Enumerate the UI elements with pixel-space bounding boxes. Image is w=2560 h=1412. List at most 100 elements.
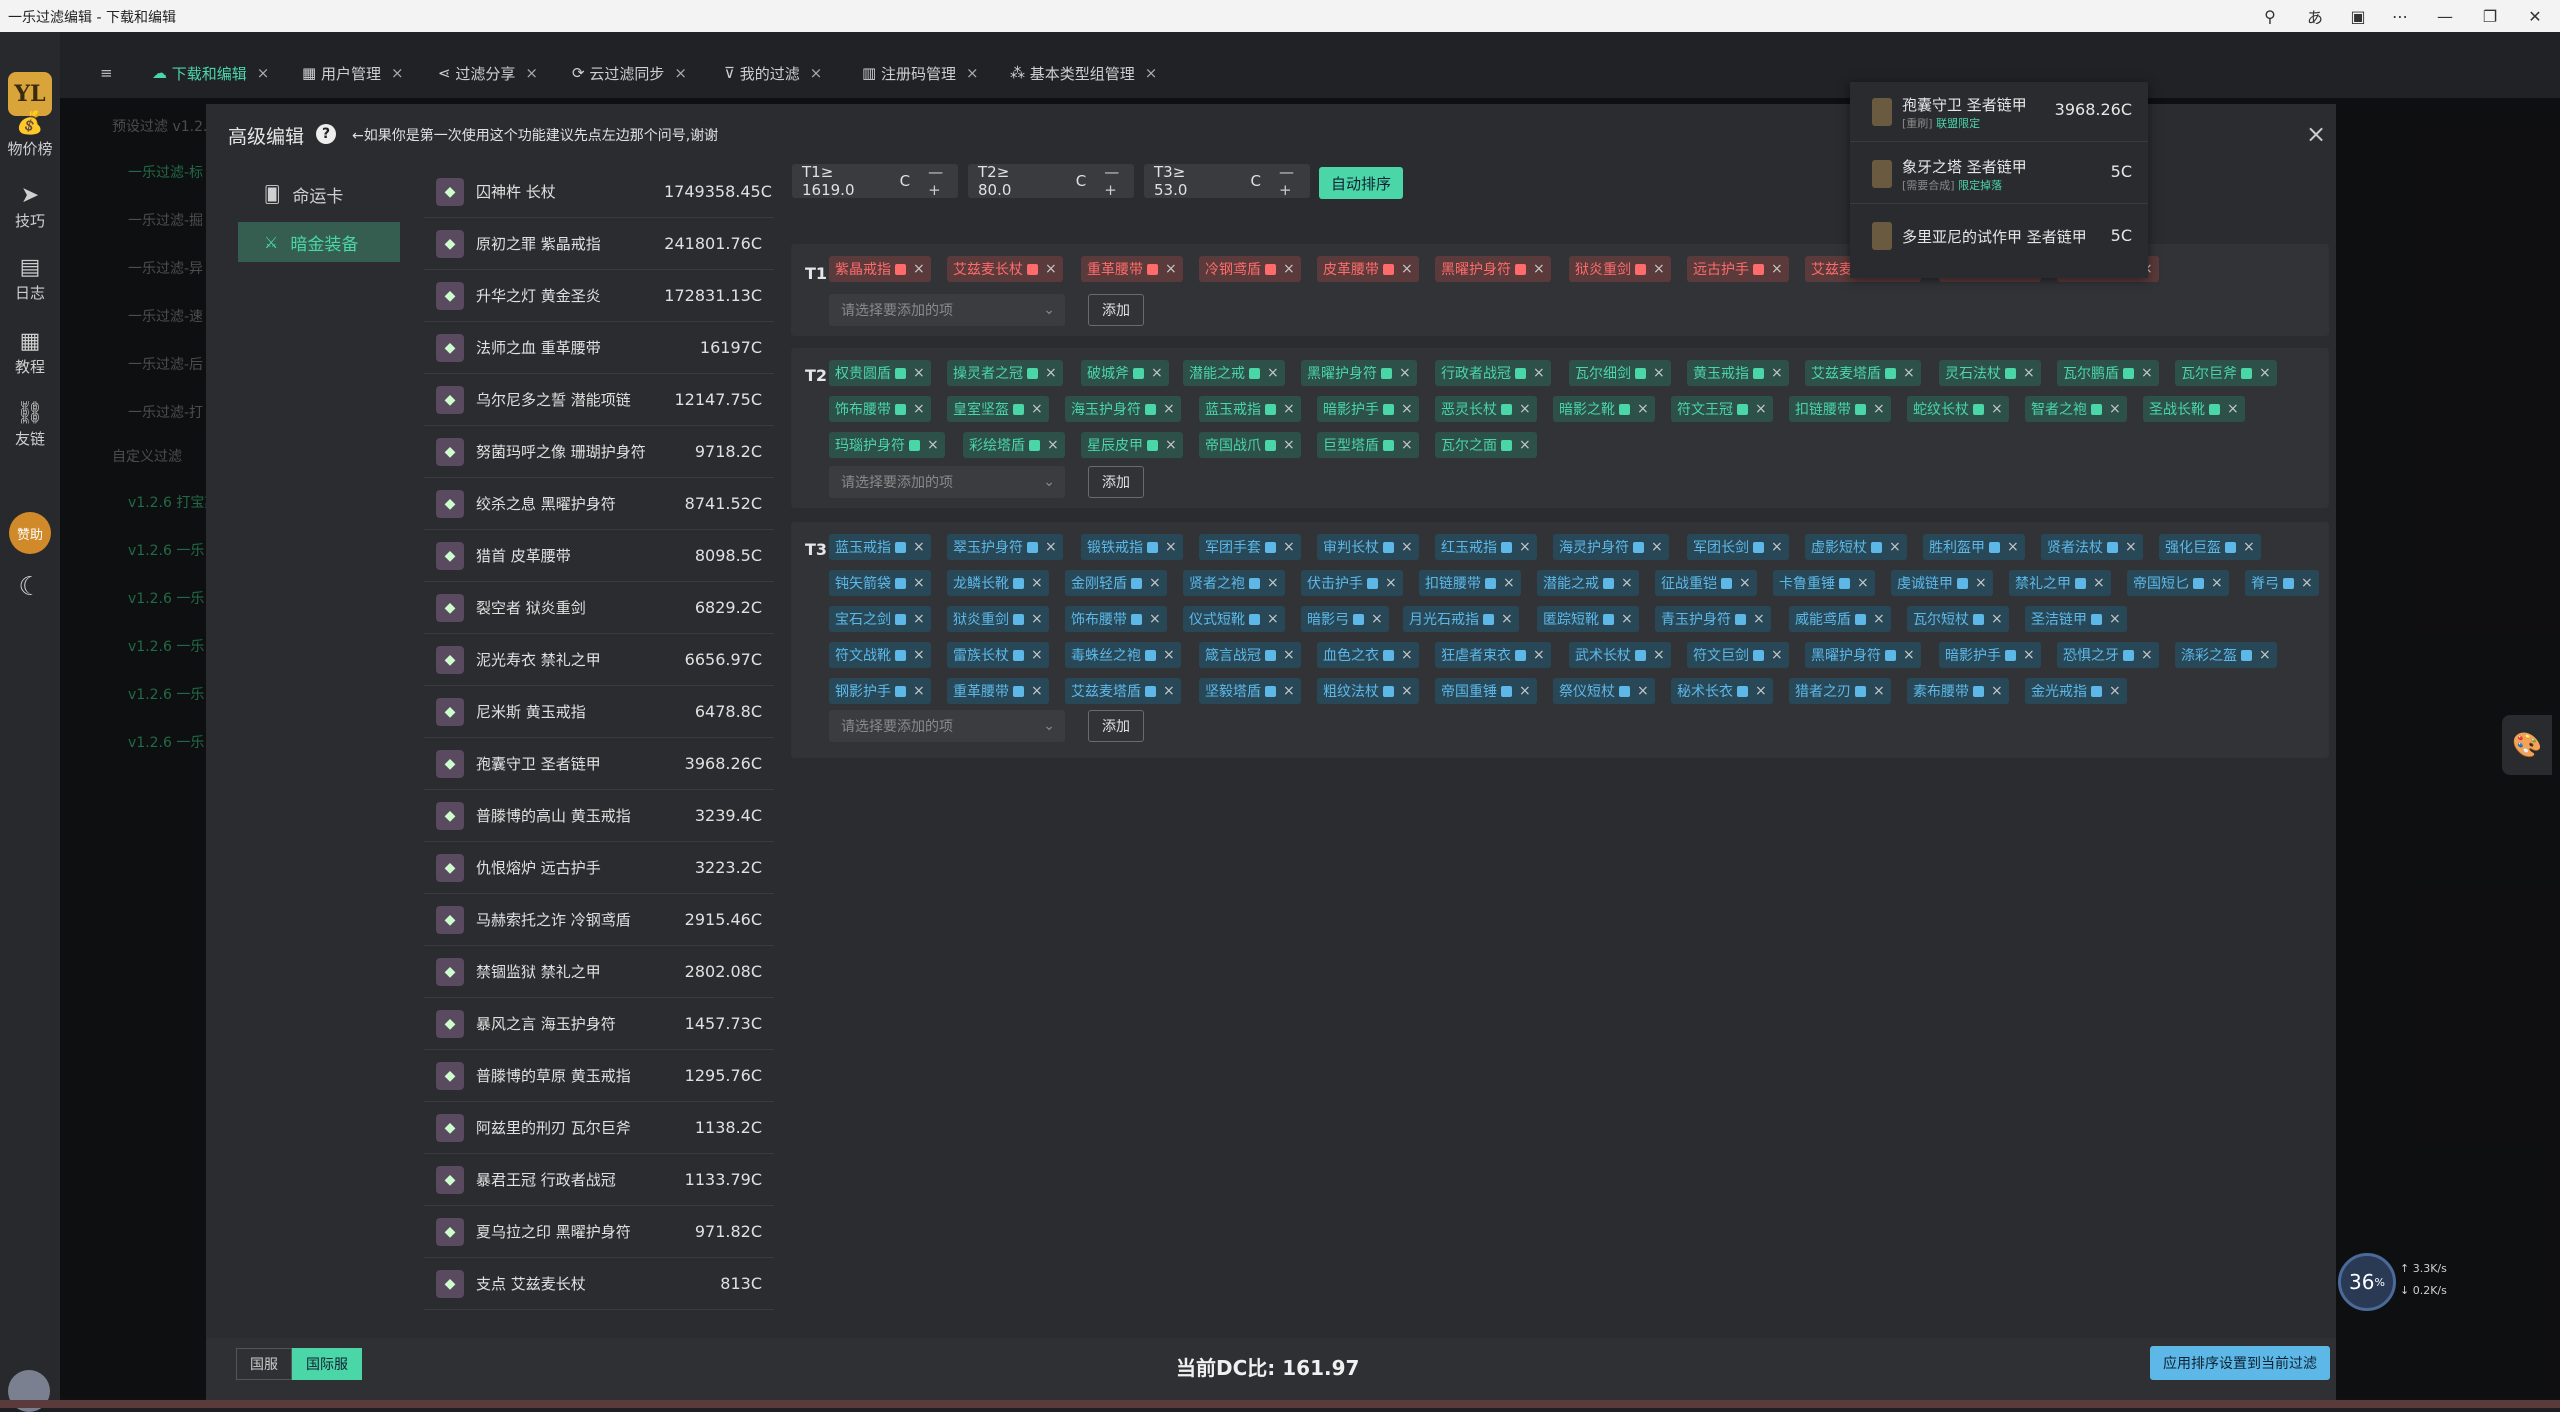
color-swatch-icon[interactable] (1383, 263, 1394, 275)
color-swatch-icon[interactable] (1753, 263, 1764, 275)
tab-base-type-groups[interactable]: ⁂ 基本类型组管理 × (1010, 56, 1157, 90)
remove-tag-icon[interactable]: × (2211, 575, 2223, 591)
list-item[interactable]: ◆ 马赫索托之诈 冷钢鸢盾 2915.46C (424, 894, 774, 946)
tier-tag[interactable]: 圣战长靴 × (2143, 396, 2245, 422)
color-swatch-icon[interactable] (2225, 541, 2236, 553)
remove-tag-icon[interactable]: × (1165, 539, 1177, 555)
color-swatch-icon[interactable] (1989, 541, 2000, 553)
tier-tag[interactable]: 征战重铠 × (1655, 570, 1757, 596)
tier-tag[interactable]: 翠玉护身符 × (947, 534, 1063, 560)
color-swatch-icon[interactable] (895, 685, 906, 697)
tier-tag[interactable]: 强化巨盔 × (2159, 534, 2261, 560)
list-item[interactable]: ◆ 阿兹里的刑刃 瓦尔巨斧 1138.2C (424, 1102, 774, 1154)
color-swatch-icon[interactable] (1147, 541, 1158, 553)
remove-tag-icon[interactable]: × (1533, 365, 1545, 381)
remove-tag-icon[interactable]: × (2023, 647, 2035, 663)
remove-tag-icon[interactable]: × (1991, 611, 2003, 627)
color-swatch-icon[interactable] (1249, 577, 1260, 589)
tier-tag[interactable]: 瓦尔短杖 × (1907, 606, 2009, 632)
remove-tag-icon[interactable]: × (1045, 261, 1057, 277)
remove-tag-icon[interactable]: × (2109, 683, 2121, 699)
tier-tag[interactable]: 艾兹麦长杖 × (947, 256, 1063, 282)
remove-tag-icon[interactable]: × (913, 575, 925, 591)
tier-tag[interactable]: 黄玉戒指 × (1687, 360, 1789, 386)
tier-tag[interactable]: 军团手套 × (1199, 534, 1301, 560)
color-swatch-icon[interactable] (1483, 613, 1494, 625)
color-swatch-icon[interactable] (1635, 649, 1646, 661)
remove-tag-icon[interactable]: × (1031, 611, 1043, 627)
tier-tag[interactable]: 星辰皮甲 × (1081, 432, 1183, 458)
tier-tag[interactable]: 帝国战爪 × (1199, 432, 1301, 458)
color-swatch-icon[interactable] (1367, 577, 1378, 589)
tier-tag[interactable]: 箴言战冠 × (1199, 642, 1301, 668)
remove-tag-icon[interactable]: × (1755, 401, 1767, 417)
remove-tag-icon[interactable]: × (1637, 683, 1649, 699)
color-swatch-icon[interactable] (1383, 541, 1394, 553)
tier-tag[interactable]: 伏击护手 × (1301, 570, 1403, 596)
color-swatch-icon[interactable] (1501, 541, 1512, 553)
tier-tag[interactable]: 符文战靴 × (829, 642, 931, 668)
tab-registration-codes[interactable]: ▥ 注册码管理 × (862, 56, 979, 90)
tier-tag[interactable]: 恐惧之牙 × (2057, 642, 2159, 668)
t3-threshold-stepper[interactable]: T3≥ 53.0 C — + (1144, 163, 1310, 199)
color-swatch-icon[interactable] (2091, 613, 2102, 625)
color-swatch-icon[interactable] (1131, 613, 1142, 625)
remove-tag-icon[interactable]: × (1857, 575, 1869, 591)
sponsor-button[interactable]: 赞助 (9, 512, 51, 554)
remove-tag-icon[interactable]: × (1771, 539, 1783, 555)
dialog-close-icon[interactable]: × (2306, 120, 2326, 148)
nav-links[interactable]: ⛓ 友链 (0, 400, 60, 449)
color-swatch-icon[interactable] (1855, 613, 1866, 625)
tier-select[interactable]: 请选择要添加的项 ⌄ (829, 710, 1065, 742)
remove-tag-icon[interactable]: × (1519, 683, 1531, 699)
list-item[interactable]: ◆ 猎首 皮革腰带 8098.5C (424, 530, 774, 582)
color-swatch-icon[interactable] (1501, 685, 1512, 697)
tier-tag[interactable]: 巨型塔盾 × (1317, 432, 1419, 458)
tier-tag[interactable]: 军团长剑 × (1687, 534, 1789, 560)
color-swatch-icon[interactable] (1265, 403, 1276, 415)
tab-user-management[interactable]: ▦ 用户管理 × (302, 56, 404, 90)
tier-tag[interactable]: 皮革腰带 × (1317, 256, 1419, 282)
add-button[interactable]: 添加 (1088, 294, 1144, 326)
color-swatch-icon[interactable] (1027, 367, 1038, 379)
stepper-controls[interactable]: — + (1279, 163, 1310, 199)
tier-tag[interactable]: 饰布腰带 × (1065, 606, 1167, 632)
stepper-controls[interactable]: — + (928, 163, 958, 199)
color-swatch-icon[interactable] (1383, 403, 1394, 415)
menu-icon[interactable]: ≡ (100, 56, 113, 90)
remove-tag-icon[interactable]: × (913, 647, 925, 663)
color-swatch-icon[interactable] (895, 263, 906, 275)
list-item[interactable]: ◆ 乌尔尼多之誓 潜能项链 12147.75C (424, 374, 774, 426)
tier-tag[interactable]: 红玉戒指 × (1435, 534, 1537, 560)
tier-tag[interactable]: 智者之袍 × (2025, 396, 2127, 422)
color-swatch-icon[interactable] (2091, 685, 2102, 697)
list-item[interactable]: ◆ 暴君王冠 行政者战冠 1133.79C (424, 1154, 774, 1206)
tier-tag[interactable]: 蓝玉戒指 × (829, 534, 931, 560)
more-icon[interactable]: ⋯ (2380, 0, 2420, 32)
list-item[interactable]: ◆ 绞杀之息 黑曜护身符 8741.52C (424, 478, 774, 530)
remove-tag-icon[interactable]: × (1045, 539, 1057, 555)
remove-tag-icon[interactable]: × (1401, 683, 1413, 699)
close-tab-icon[interactable]: × (257, 64, 270, 82)
tier-tag[interactable]: 紫晶戒指 × (829, 256, 931, 282)
tier-tag[interactable]: 潜能之戒 × (1183, 360, 1285, 386)
popup-item[interactable]: 象牙之塔 圣者链甲 [需要合成] 限定掉落 5C (1850, 144, 2148, 204)
tier-tag[interactable]: 暗影护手 × (1317, 396, 1419, 422)
remove-tag-icon[interactable]: × (1401, 437, 1413, 453)
color-swatch-icon[interactable] (1735, 613, 1746, 625)
remove-tag-icon[interactable]: × (2227, 401, 2239, 417)
color-swatch-icon[interactable] (1839, 577, 1850, 589)
remove-tag-icon[interactable]: × (1267, 365, 1279, 381)
tier-tag[interactable]: 狂虐者束衣 × (1435, 642, 1551, 668)
color-swatch-icon[interactable] (1855, 403, 1866, 415)
tier-tag[interactable]: 金刚轻盾 × (1065, 570, 1167, 596)
stepper-controls[interactable]: — + (1104, 163, 1134, 199)
region-cn-button[interactable]: 国服 (236, 1348, 292, 1380)
t2-threshold-stepper[interactable]: T2≥ 80.0 C — + (968, 163, 1134, 199)
category-unique-gear[interactable]: ⚔ 暗金装备 (238, 222, 400, 262)
tier-tag[interactable]: 帝国重锤 × (1435, 678, 1537, 704)
remove-tag-icon[interactable]: × (1165, 437, 1177, 453)
tier-tag[interactable]: 符文王冠 × (1671, 396, 1773, 422)
remove-tag-icon[interactable]: × (1283, 401, 1295, 417)
color-swatch-icon[interactable] (1265, 685, 1276, 697)
